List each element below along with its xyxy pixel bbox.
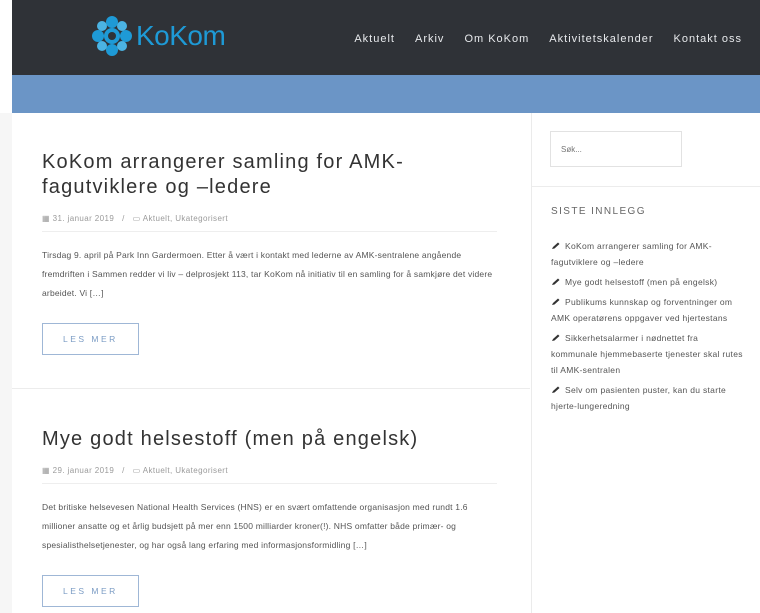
post-meta: ▦ 31. januar 2019 / ▭ Aktuelt, Ukategori… xyxy=(42,214,497,232)
calendar-icon: ▦ xyxy=(42,214,50,223)
calendar-icon: ▦ xyxy=(42,466,50,475)
recent-post-link[interactable]: Publikums kunnskap og forventninger om A… xyxy=(551,297,732,323)
list-item[interactable]: Publikums kunnskap og forventninger om A… xyxy=(551,294,746,326)
post-item: Mye godt helsestoff (men på engelsk) ▦ 2… xyxy=(42,427,497,607)
pencil-icon xyxy=(552,386,560,393)
post-excerpt: Det britiske helsevesen National Health … xyxy=(42,502,468,550)
list-item[interactable]: KoKom arrangerer samling for AMK-fagutvi… xyxy=(551,238,746,270)
read-more-button[interactable]: LES MER xyxy=(42,575,139,607)
post-title[interactable]: Mye godt helsestoff (men på engelsk) xyxy=(42,427,497,452)
nav-om-kokom[interactable]: Om KoKom xyxy=(464,33,529,45)
list-item[interactable]: Mye godt helsestoff (men på engelsk) xyxy=(551,274,746,290)
title-band xyxy=(12,75,760,113)
nav-arkiv[interactable]: Arkiv xyxy=(415,33,444,45)
pencil-icon xyxy=(552,298,560,305)
main-nav: Aktuelt Arkiv Om KoKom Aktivitetskalende… xyxy=(334,33,742,45)
nav-aktivitetskalender[interactable]: Aktivitetskalender xyxy=(549,33,653,45)
search-input[interactable] xyxy=(551,132,681,166)
post-categories[interactable]: Aktuelt, Ukategorisert xyxy=(143,214,228,223)
recent-post-link[interactable]: Selv om pasienten puster, kan du starte … xyxy=(551,385,726,411)
logo-text: KoKom xyxy=(136,20,226,51)
post-date[interactable]: 31. januar 2019 xyxy=(53,214,115,223)
nav-aktuelt[interactable]: Aktuelt xyxy=(354,33,395,45)
post-title[interactable]: KoKom arrangerer samling for AMK-fagutvi… xyxy=(42,150,497,200)
recent-posts-list: KoKom arrangerer samling for AMK-fagutvi… xyxy=(551,238,746,418)
nav-kontakt-oss[interactable]: Kontakt oss xyxy=(674,33,742,45)
recent-posts-title: SISTE INNLEGG xyxy=(551,206,646,217)
folder-icon: ▭ xyxy=(132,466,141,475)
site-header: KoKom Aktuelt Arkiv Om KoKom Aktivitetsk… xyxy=(12,0,760,75)
post-divider xyxy=(12,388,530,389)
read-more-button[interactable]: LES MER xyxy=(42,323,139,355)
recent-post-link[interactable]: Mye godt helsestoff (men på engelsk) xyxy=(565,277,717,287)
list-item[interactable]: Sikkerhetsalarmer i nødnettet fra kommun… xyxy=(551,330,746,378)
search-box xyxy=(550,131,682,167)
pencil-icon xyxy=(552,242,560,249)
post-meta: ▦ 29. januar 2019 / ▭ Aktuelt, Ukategori… xyxy=(42,466,497,484)
left-edge xyxy=(0,113,12,613)
list-item[interactable]: Selv om pasienten puster, kan du starte … xyxy=(551,382,746,414)
site-logo[interactable]: KoKom xyxy=(90,14,226,58)
folder-icon: ▭ xyxy=(132,214,141,223)
pencil-icon xyxy=(552,334,560,341)
recent-post-link[interactable]: KoKom arrangerer samling for AMK-fagutvi… xyxy=(551,241,712,267)
post-date[interactable]: 29. januar 2019 xyxy=(53,466,115,475)
sidebar-divider xyxy=(532,186,760,187)
post-excerpt: Tirsdag 9. april på Park Inn Gardermoen.… xyxy=(42,250,493,298)
pencil-icon xyxy=(552,278,560,285)
recent-post-link[interactable]: Sikkerhetsalarmer i nødnettet fra kommun… xyxy=(551,333,743,375)
kokom-logo-icon xyxy=(92,16,132,56)
post-item: KoKom arrangerer samling for AMK-fagutvi… xyxy=(42,150,497,355)
post-categories[interactable]: Aktuelt, Ukategorisert xyxy=(143,466,228,475)
